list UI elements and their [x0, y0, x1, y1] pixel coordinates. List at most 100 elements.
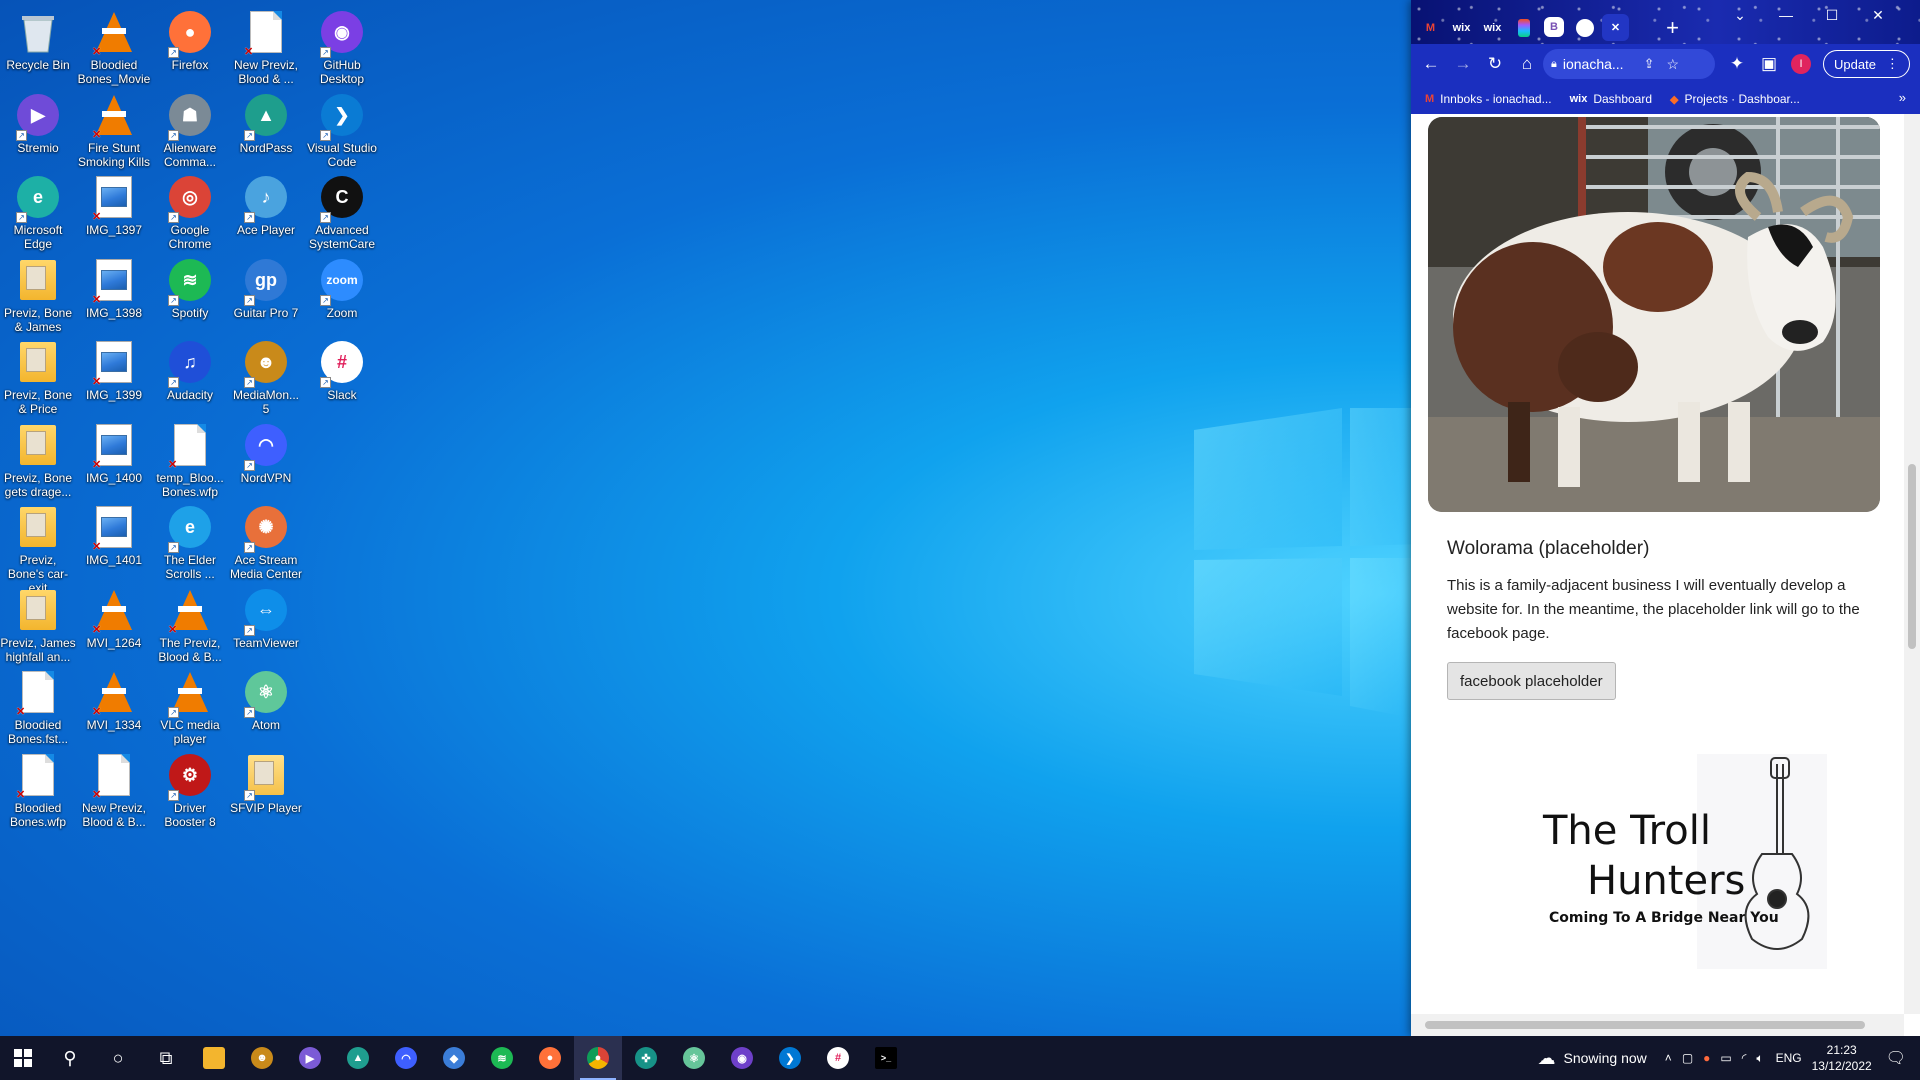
zip-folder-icon [14, 256, 62, 304]
chrome-taskbar-icon[interactable]: ● [574, 1036, 622, 1080]
taskbar: ⚲ ○ ⧉ ☻ ▶ ▲ ◠ ◆ ≋ ● ● ✜ ⚛ ◉ ❯ # >_ ☁ Sno… [0, 1036, 1920, 1080]
mediamonkey-taskbar-icon[interactable]: ☻ [238, 1036, 286, 1080]
network-icon[interactable]: ◜ [1742, 1051, 1747, 1065]
desktop-icon-label: MediaMon... 5 [232, 388, 300, 416]
card-title: Wolorama (placeholder) [1447, 538, 1650, 559]
nordpass-icon: ▲ ↗ [242, 91, 290, 141]
bookmark-item[interactable]: M Innboks - ionachad... [1425, 92, 1552, 106]
desktop-icon-label: Ace Stream Media Center [229, 553, 303, 581]
more-bookmarks-icon[interactable]: » [1899, 90, 1906, 105]
bookmark-item[interactable]: wix Dashboard [1570, 92, 1652, 106]
home-icon[interactable]: ⌂ [1511, 48, 1543, 80]
battery-icon[interactable]: ▭ [1720, 1051, 1731, 1065]
vscode-taskbar-icon[interactable]: ❯ [766, 1036, 814, 1080]
meet-now-icon[interactable]: ▢ [1682, 1051, 1693, 1065]
tab-wix-icon[interactable]: wix [1479, 14, 1506, 41]
shield-taskbar-icon[interactable]: ◆ [430, 1036, 478, 1080]
reload-icon[interactable]: ↻ [1479, 48, 1511, 80]
bookmark-star-icon[interactable]: ☆ [1666, 56, 1679, 73]
image-file-icon: ✕ [90, 338, 138, 388]
tray-overflow-icon[interactable]: ˄ [1665, 1051, 1672, 1065]
bookmark-label: Dashboard [1593, 92, 1653, 106]
desktop-icon-label: MVI_1264 [86, 636, 142, 650]
zip-folder-icon [14, 338, 62, 386]
start-button[interactable] [0, 1036, 46, 1080]
desktop-icon-label: Slack [327, 388, 357, 402]
tab-close-icon[interactable]: ✕ [1602, 14, 1629, 41]
windows-start-icon [14, 1049, 32, 1067]
nordpass-taskbar-icon[interactable]: ▲ [334, 1036, 382, 1080]
spotify-icon: ≋ ↗ [166, 256, 214, 306]
tab-search-icon[interactable]: ⌄ [1717, 0, 1763, 30]
cortana-icon[interactable]: ○ [94, 1036, 142, 1080]
horizontal-scroll-thumb[interactable] [1425, 1021, 1865, 1029]
desktop-icon-label: IMG_1399 [85, 388, 143, 402]
zip-folder-icon [14, 586, 62, 634]
desktop-icon[interactable]: # ↗ Slack [304, 330, 380, 430]
vlc-icon: ↗ [166, 668, 214, 718]
desktop-icon-label: Stremio [17, 141, 59, 155]
atom-icon: ⚛ ↗ [242, 668, 290, 718]
task-view-icon[interactable]: ⧉ [142, 1036, 190, 1080]
maximize-button[interactable]: ☐ [1809, 0, 1855, 30]
desktop-icon-label: Advanced SystemCare [308, 223, 376, 251]
desktop-icon-label: New Previz, Blood & B... [81, 801, 146, 829]
spotify-taskbar-icon[interactable]: ≋ [478, 1036, 526, 1080]
github-desktop-icon: ◉ ↗ [318, 8, 366, 58]
volume-icon[interactable]: 🔈︎ [1756, 1051, 1763, 1066]
terminal-taskbar-icon[interactable]: >_ [862, 1036, 910, 1080]
file-explorer-icon[interactable] [190, 1036, 238, 1080]
horizontal-scrollbar[interactable] [1411, 1014, 1904, 1036]
language-indicator[interactable]: ENG [1776, 1051, 1802, 1065]
driver-booster-icon: ⚙ ↗ [166, 751, 214, 801]
update-button[interactable]: Update ⋮ [1823, 50, 1910, 78]
tab-gmail-icon[interactable]: M [1417, 14, 1444, 41]
desktop-icon-label: The Elder Scrolls ... [163, 553, 217, 581]
tab-wix-icon[interactable]: wix [1448, 14, 1475, 41]
desktop-icon[interactable]: ✕ New Previz, Blood & B... [76, 743, 152, 843]
sheep-photo [1428, 117, 1880, 512]
extensions-icon[interactable]: ✦ [1721, 48, 1753, 80]
share-icon[interactable]: ⇪ [1644, 56, 1655, 72]
tab-figma-icon[interactable] [1510, 14, 1537, 41]
tab-bootstrap-icon[interactable]: B [1544, 17, 1564, 37]
guitar-pro-icon: gp ↗ [242, 256, 290, 306]
image-file-icon: ✕ [90, 421, 138, 471]
desktop-icon[interactable]: ↗ SFVIP Player [228, 743, 304, 843]
slack-taskbar-icon[interactable]: # [814, 1036, 862, 1080]
close-window-button[interactable]: ✕ [1855, 0, 1901, 30]
vlc-file-icon: ✕ [90, 586, 138, 636]
desktop-icon-label: Ace Player [236, 223, 296, 237]
notifications-icon[interactable]: 🗨︎ [1886, 1048, 1906, 1068]
vertical-scroll-thumb[interactable] [1908, 464, 1916, 649]
firefox-taskbar-icon[interactable]: ● [526, 1036, 574, 1080]
vertical-scrollbar[interactable] [1904, 114, 1920, 1014]
new-tab-button[interactable]: + [1659, 14, 1686, 41]
tab-github-icon[interactable] [1571, 14, 1598, 41]
weather-widget[interactable]: ☁ Snowing now [1538, 1048, 1647, 1069]
search-icon[interactable]: ⚲ [46, 1036, 94, 1080]
gmail-icon: M [1425, 93, 1435, 105]
desktop-icon[interactable]: ✕ Bloodied Bones.wfp [0, 743, 76, 843]
desktop-icon-label: Audacity [166, 388, 214, 402]
back-icon[interactable]: ← [1415, 48, 1447, 80]
gitkraken-taskbar-icon[interactable]: ✜ [622, 1036, 670, 1080]
stremio-taskbar-icon[interactable]: ▶ [286, 1036, 334, 1080]
atom-taskbar-icon[interactable]: ⚛ [670, 1036, 718, 1080]
nordvpn-taskbar-icon[interactable]: ◠ [382, 1036, 430, 1080]
card-description: This is a family-adjacent business I wil… [1447, 577, 1860, 642]
snow-cloud-icon: ☁ [1537, 1047, 1556, 1068]
antivirus-icon[interactable]: ● [1703, 1051, 1710, 1065]
side-panel-icon[interactable]: ▣ [1753, 48, 1785, 80]
clock[interactable]: 21:23 13/12/2022 [1812, 1042, 1872, 1074]
facebook-placeholder-button[interactable]: facebook placeholder [1447, 662, 1616, 700]
forward-icon[interactable]: → [1447, 48, 1479, 80]
address-bar[interactable]: 🔒︎ ionacha... ⇪ ☆ [1543, 49, 1715, 79]
minimize-button[interactable]: — [1763, 0, 1809, 30]
desktop-icon[interactable]: ⚙ ↗ Driver Booster 8 [152, 743, 228, 843]
vlc-file-icon: ✕ [90, 91, 138, 141]
teamviewer-icon: ⇔ ↗ [242, 586, 290, 636]
profile-avatar[interactable]: I [1785, 48, 1817, 80]
bookmark-item[interactable]: ◆ Projects · Dashboar... [1670, 92, 1800, 106]
github-desktop-taskbar-icon[interactable]: ◉ [718, 1036, 766, 1080]
